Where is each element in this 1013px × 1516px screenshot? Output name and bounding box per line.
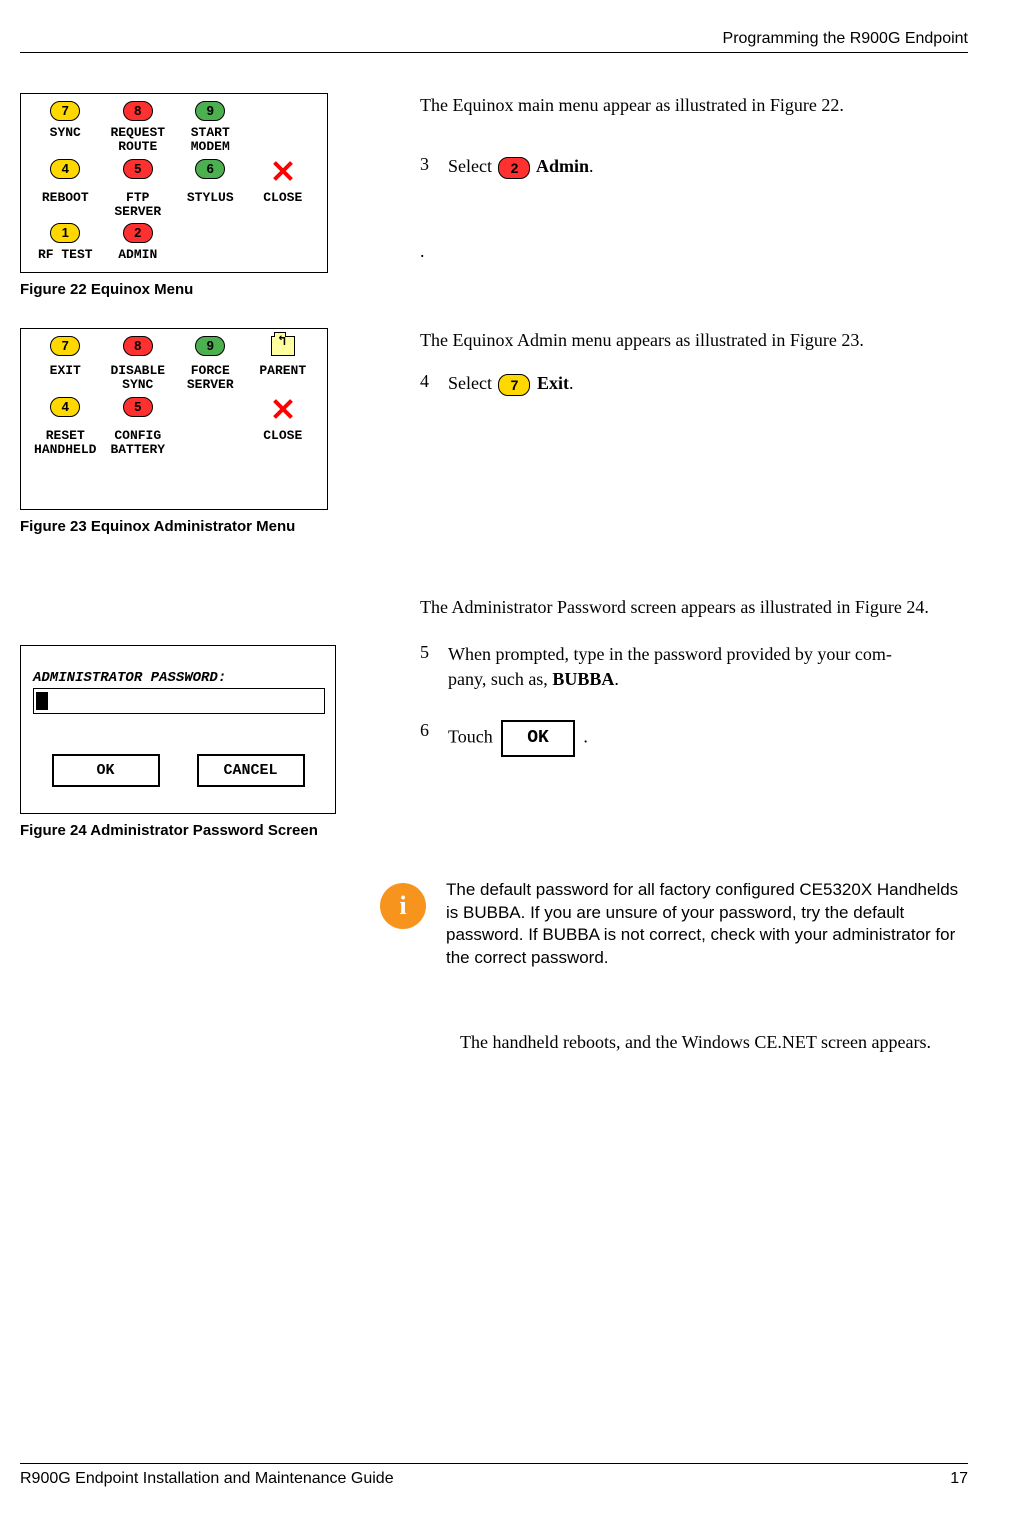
- step-number: 5: [420, 642, 448, 692]
- menu-btn-2: 2: [123, 223, 153, 243]
- menu-label: CLOSE: [247, 190, 320, 221]
- menu-label: CONFIG BATTERY: [102, 428, 175, 459]
- password-prompt-label: ADMINISTRATOR PASSWORD:: [33, 670, 323, 686]
- menu-btn-5: 5: [123, 397, 153, 417]
- admin-button-icon: 2: [498, 157, 530, 179]
- menu-label: PARENT: [247, 363, 320, 394]
- menu-btn-1: 1: [50, 223, 80, 243]
- step-text: When prompted, type in the password prov…: [448, 642, 968, 692]
- menu-btn-7: 7: [50, 336, 80, 356]
- ok-button-icon: OK: [501, 720, 575, 757]
- menu-label: CLOSE: [247, 428, 320, 459]
- step-text: Touch OK .: [448, 720, 968, 757]
- section-header: Programming the R900G Endpoint: [20, 30, 968, 48]
- step-text: Select 7 Exit.: [448, 371, 968, 396]
- menu-label: RF TEST: [29, 247, 102, 263]
- menu-label: ADMIN: [102, 247, 175, 263]
- step-number: 3: [420, 154, 448, 179]
- step-number: 4: [420, 371, 448, 396]
- figure-23-screenshot: 7 8 9 EXIT DISABLE SYNC FORCE SERVER PAR…: [20, 328, 328, 510]
- figure-22-screenshot: 7 8 9 SYNC REQUEST ROUTE START MODEM 4 5…: [20, 93, 328, 273]
- info-icon: i: [380, 883, 426, 929]
- menu-label: FORCE SERVER: [174, 363, 247, 394]
- menu-btn-8: 8: [123, 101, 153, 121]
- paragraph: The Equinox main menu appear as illustra…: [420, 93, 968, 118]
- figure-24-screenshot: ADMINISTRATOR PASSWORD: OK CANCEL: [20, 645, 336, 814]
- footer-rule: [20, 1463, 968, 1464]
- page-number: 17: [950, 1470, 968, 1488]
- menu-btn-8: 8: [123, 336, 153, 356]
- step-number: 6: [420, 720, 448, 757]
- menu-label: FTP SERVER: [102, 190, 175, 221]
- header-rule: [20, 52, 968, 53]
- step-text: Select 2 Admin.: [448, 154, 968, 179]
- text-cursor: [36, 692, 48, 710]
- menu-label: RESET HANDHELD: [29, 428, 102, 459]
- parent-folder-icon: [271, 336, 295, 356]
- menu-btn-6: 6: [195, 159, 225, 179]
- info-note: The default password for all factory con…: [446, 879, 968, 971]
- paragraph: The Administrator Password screen appear…: [420, 595, 968, 620]
- close-icon: [271, 397, 295, 421]
- menu-label: DISABLE SYNC: [102, 363, 175, 394]
- paragraph: The handheld reboots, and the Windows CE…: [20, 1030, 968, 1055]
- menu-label: STYLUS: [174, 190, 247, 221]
- menu-btn-4: 4: [50, 397, 80, 417]
- figure-24-caption: Figure 24 Administrator Password Screen: [20, 822, 360, 839]
- menu-btn-9: 9: [195, 101, 225, 121]
- menu-label: SYNC: [29, 125, 102, 156]
- dot: .: [420, 239, 968, 264]
- figure-22-caption: Figure 22 Equinox Menu: [20, 281, 360, 298]
- menu-label: REQUEST ROUTE: [102, 125, 175, 156]
- footer-title: R900G Endpoint Installation and Maintena…: [20, 1470, 394, 1488]
- close-icon: [271, 159, 295, 183]
- menu-btn-4: 4: [50, 159, 80, 179]
- ok-button: OK: [52, 754, 160, 787]
- menu-label: REBOOT: [29, 190, 102, 221]
- paragraph: The Equinox Admin menu appears as illust…: [420, 328, 968, 353]
- figure-23-caption: Figure 23 Equinox Administrator Menu: [20, 518, 360, 535]
- exit-button-icon: 7: [498, 374, 530, 396]
- menu-label: EXIT: [29, 363, 102, 394]
- password-input: [33, 688, 325, 714]
- menu-btn-9: 9: [195, 336, 225, 356]
- menu-btn-7: 7: [50, 101, 80, 121]
- menu-label: START MODEM: [174, 125, 247, 156]
- menu-btn-5: 5: [123, 159, 153, 179]
- cancel-button: CANCEL: [197, 754, 305, 787]
